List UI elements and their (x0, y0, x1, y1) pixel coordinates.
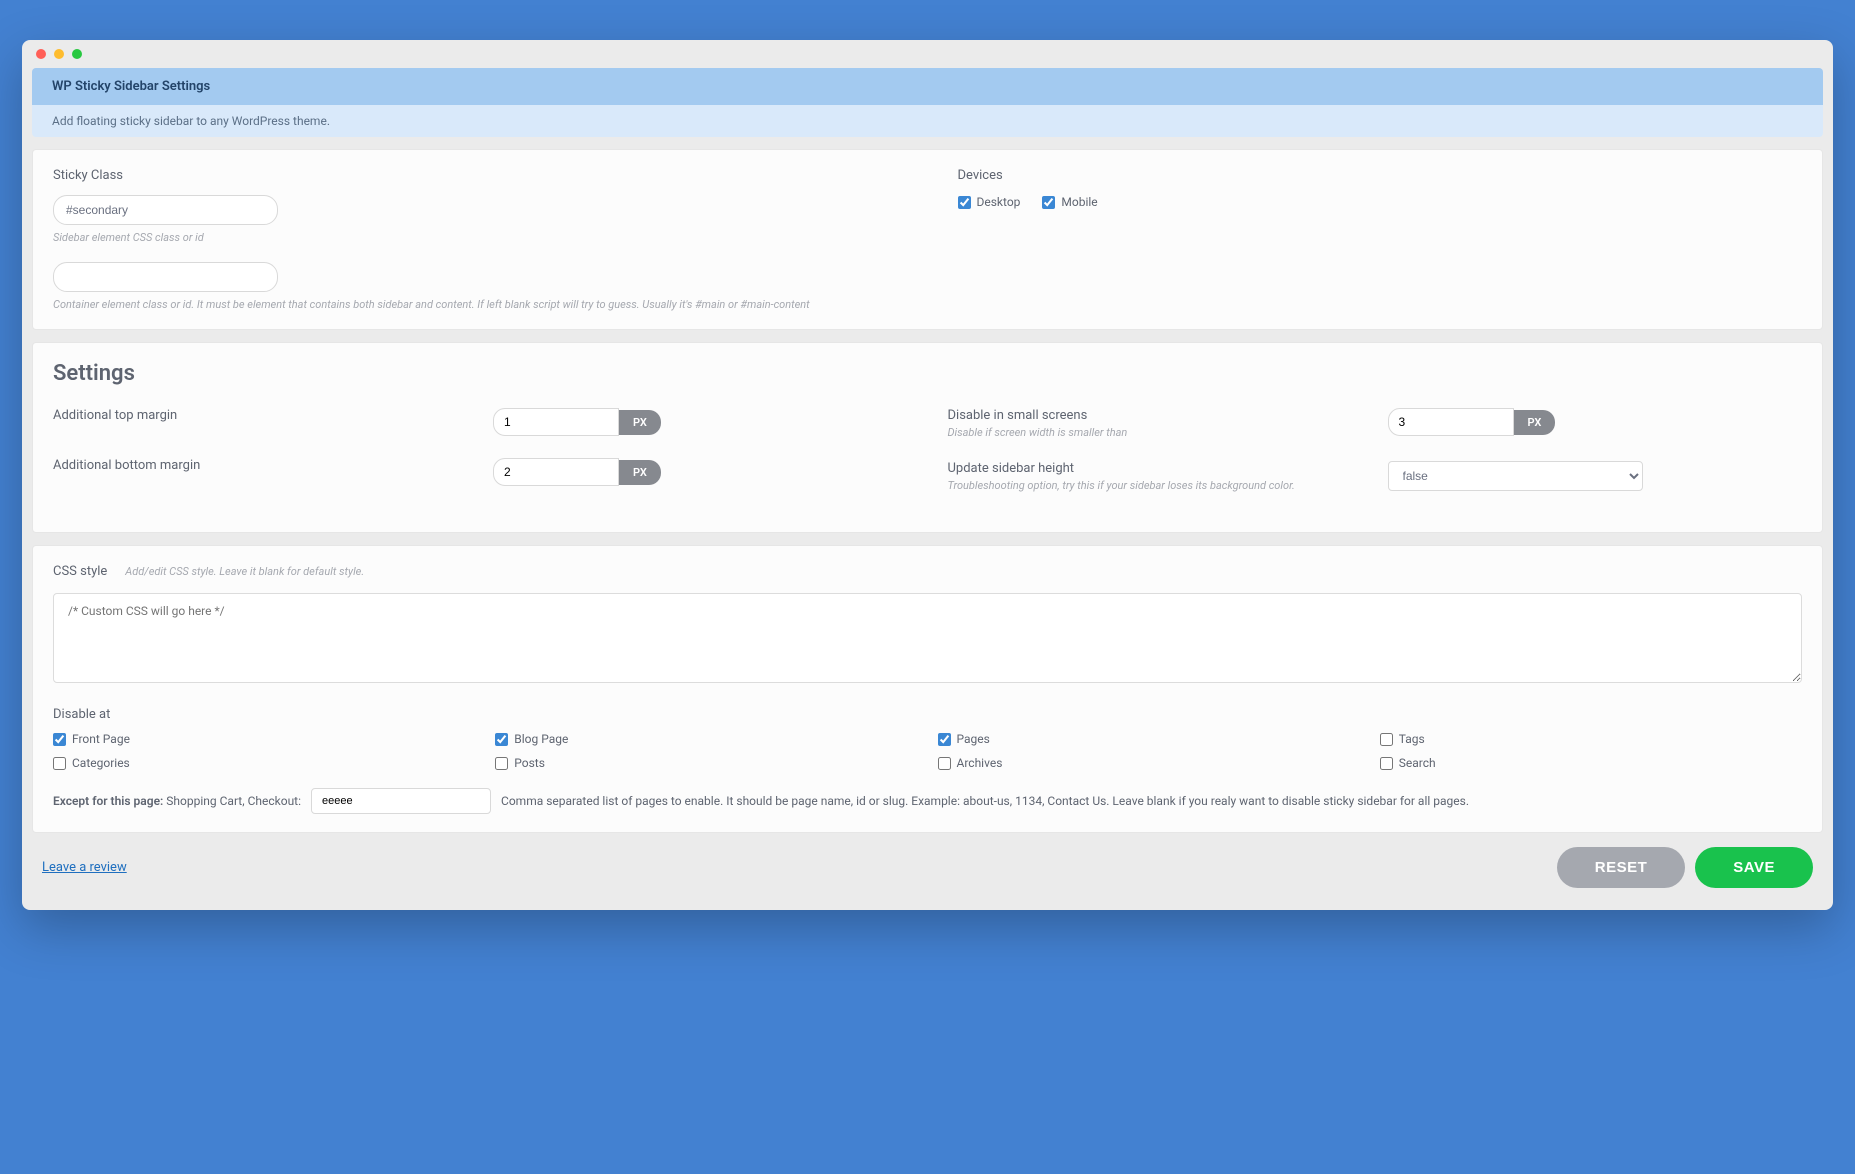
disable-tags[interactable]: Tags (1380, 732, 1802, 746)
reset-button[interactable]: RESET (1557, 847, 1686, 888)
update-height-label: Update sidebar height (948, 461, 1388, 476)
disable-search[interactable]: Search (1380, 756, 1802, 770)
top-margin-input[interactable] (493, 408, 619, 436)
disable-small-label: Disable in small screens (948, 408, 1388, 423)
except-sample: Shopping Cart, Checkout: (166, 794, 301, 808)
top-margin-label: Additional top margin (53, 408, 493, 423)
px-unit: PX (1514, 410, 1556, 435)
disable-pages[interactable]: Pages (938, 732, 1360, 746)
update-height-select[interactable]: false (1388, 461, 1643, 491)
app-window: WP Sticky Sidebar Settings Add floating … (22, 40, 1833, 910)
sticky-class-hint: Sidebar element CSS class or id (53, 231, 898, 244)
sticky-class-input[interactable] (53, 195, 278, 225)
page-subtitle: Add floating sticky sidebar to any WordP… (32, 105, 1823, 137)
container-class-hint: Container element class or id. It must b… (53, 298, 898, 311)
maximize-icon[interactable] (72, 49, 82, 59)
except-input[interactable] (311, 788, 491, 814)
container-class-input[interactable] (53, 262, 278, 292)
px-unit: PX (619, 460, 661, 485)
css-label: CSS style (53, 564, 107, 579)
bottom-margin-input[interactable] (493, 458, 619, 486)
css-panel: CSS style Add/edit CSS style. Leave it b… (32, 545, 1823, 833)
close-icon[interactable] (36, 49, 46, 59)
px-unit: PX (619, 410, 661, 435)
window-titlebar (22, 40, 1833, 68)
disable-at-label: Disable at (53, 707, 1802, 722)
bottom-margin-label: Additional bottom margin (53, 458, 493, 473)
disable-archives[interactable]: Archives (938, 756, 1360, 770)
disable-front-page[interactable]: Front Page (53, 732, 475, 746)
settings-panel: Settings Additional top margin PX Additi… (32, 342, 1823, 533)
settings-heading: Settings (53, 361, 1802, 386)
sticky-class-label: Sticky Class (53, 168, 898, 183)
css-textarea[interactable] (53, 593, 1802, 683)
disable-small-hint: Disable if screen width is smaller than (948, 426, 1388, 439)
page-title: WP Sticky Sidebar Settings (32, 68, 1823, 105)
except-hint: Comma separated list of pages to enable.… (501, 794, 1802, 808)
disable-categories[interactable]: Categories (53, 756, 475, 770)
minimize-icon[interactable] (54, 49, 64, 59)
device-desktop-checkbox[interactable]: Desktop (958, 195, 1021, 209)
devices-label: Devices (958, 168, 1803, 183)
leave-review-link[interactable]: Leave a review (42, 860, 127, 875)
update-height-hint: Troubleshooting option, try this if your… (948, 479, 1388, 492)
device-mobile-checkbox[interactable]: Mobile (1042, 195, 1097, 209)
except-label: Except for this page: (53, 794, 163, 808)
sticky-panel: Sticky Class Sidebar element CSS class o… (32, 149, 1823, 330)
save-button[interactable]: SAVE (1695, 847, 1813, 888)
disable-posts[interactable]: Posts (495, 756, 917, 770)
css-hint: Add/edit CSS style. Leave it blank for d… (125, 565, 364, 578)
disable-small-input[interactable] (1388, 408, 1514, 436)
disable-blog-page[interactable]: Blog Page (495, 732, 917, 746)
